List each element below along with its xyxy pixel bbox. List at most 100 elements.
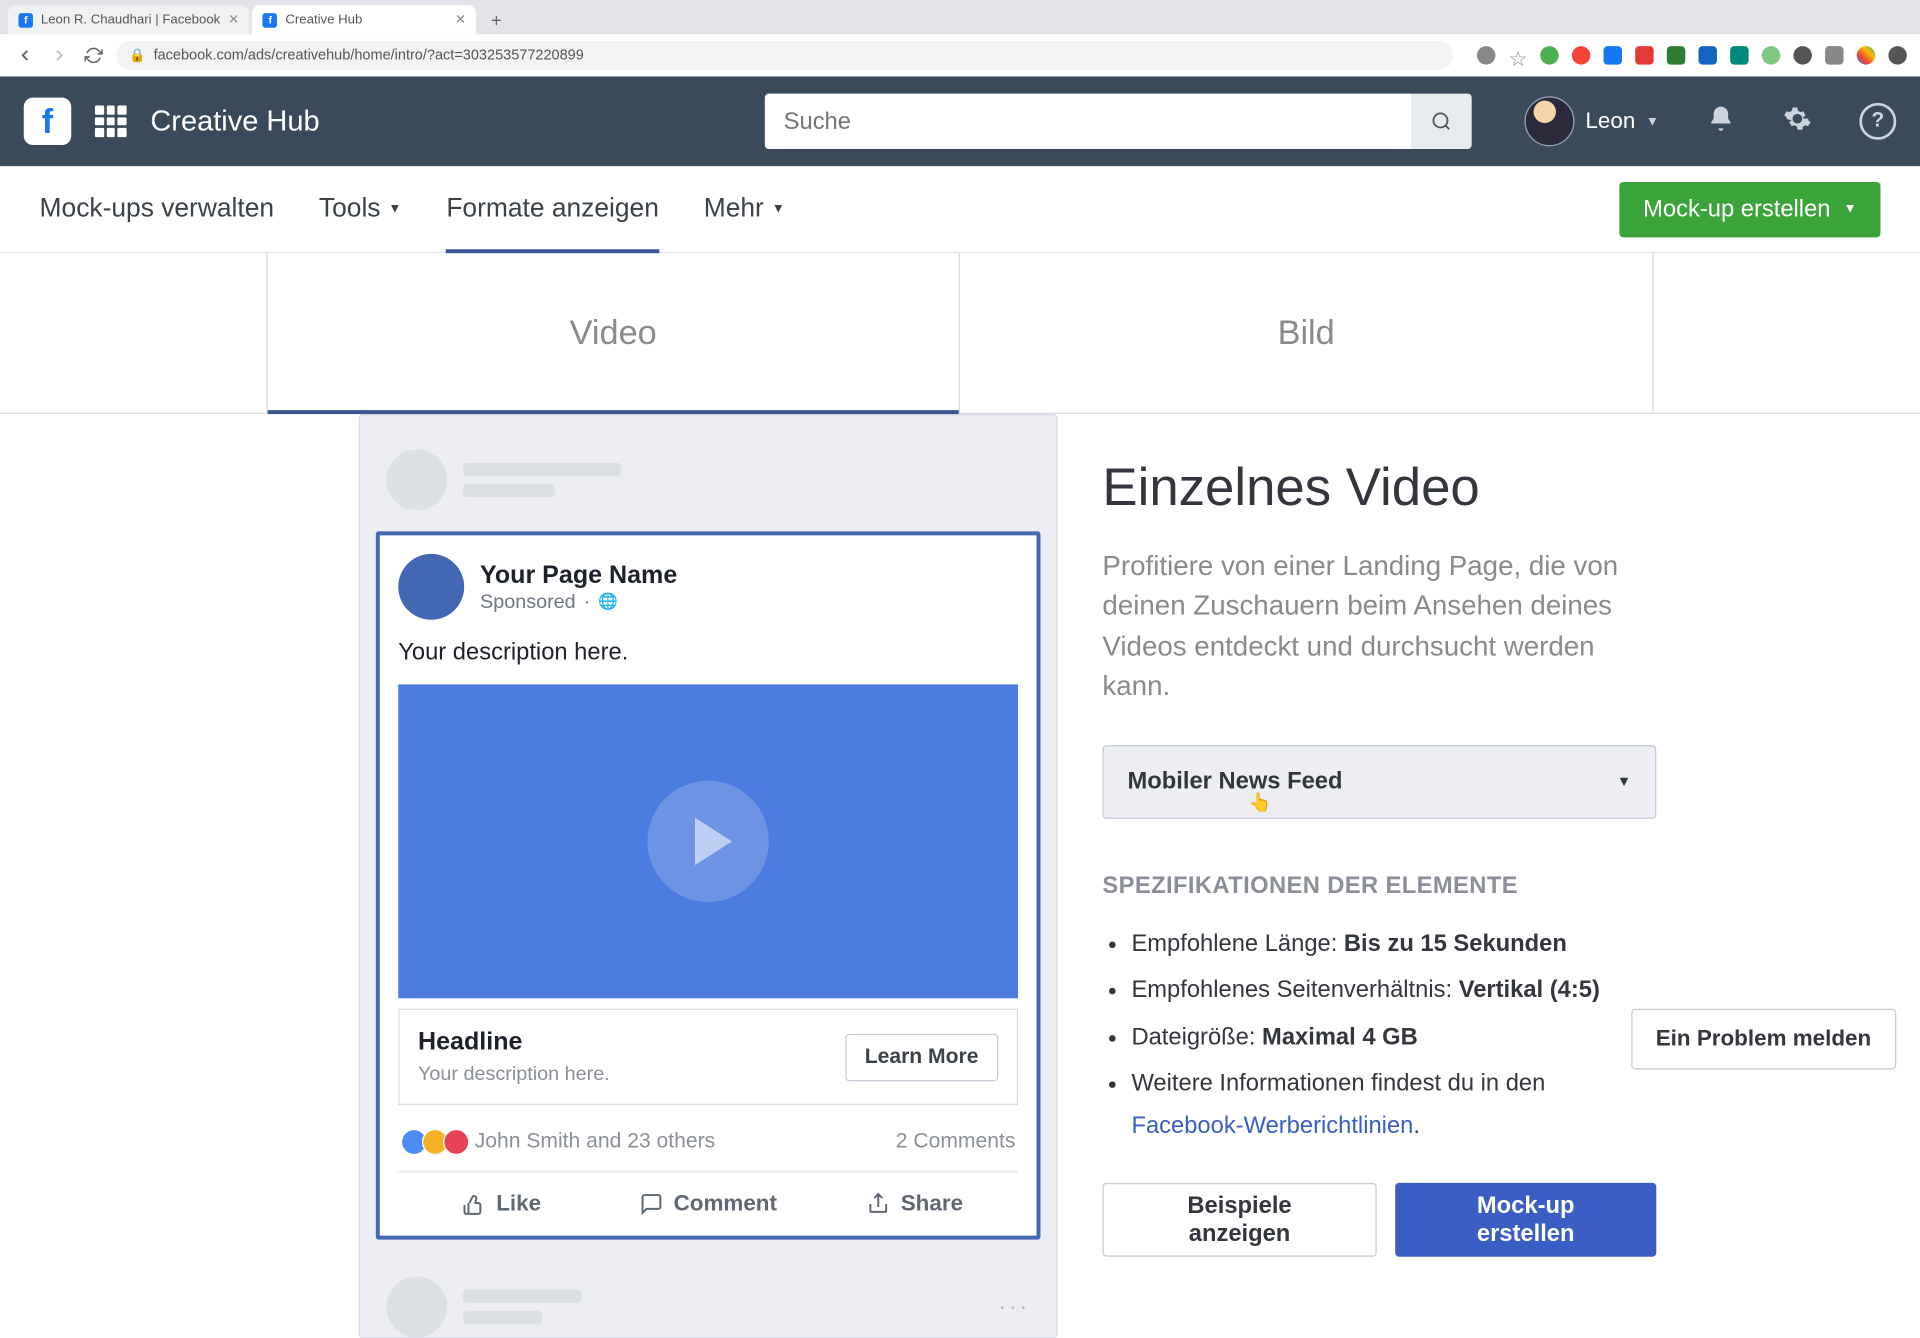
browser-chrome: f Leon R. Chaudhari | Facebook ✕ f Creat… [0,0,1920,76]
nav-tools[interactable]: Tools▼ [319,166,402,252]
spec-value: Bis zu 15 Sekunden [1344,929,1567,955]
ext-icon[interactable] [1572,46,1590,64]
nav-label: Mock-ups verwalten [40,194,275,224]
create-mockup-primary-button[interactable]: Mock-up erstellen [1395,1183,1656,1257]
video-placeholder[interactable] [398,684,1018,998]
nav-more[interactable]: Mehr▼ [704,166,785,252]
nav-label: Tools [319,194,381,224]
ext-icon[interactable] [1825,46,1843,64]
skeleton-line [463,484,555,497]
nav-formats[interactable]: Formate anzeigen [446,166,659,252]
skeleton-line [463,463,621,476]
nav-manage-mockups[interactable]: Mock-ups verwalten [40,166,275,252]
settings-icon[interactable] [1783,104,1812,140]
reactions-text: John Smith and 23 others [475,1130,715,1154]
action-label: Comment [674,1191,777,1217]
spec-heading: SPEZIFIKATIONEN DER ELEMENTE [1102,871,1656,899]
spec-item: Empfohlene Länge: Bis zu 15 Sekunden [1131,923,1656,965]
user-name: Leon [1585,108,1635,134]
placement-dropdown[interactable]: Mobiler News Feed ▼ 👆 [1102,745,1656,819]
spec-label: Empfohlene Länge: [1131,929,1343,955]
facebook-favicon: f [263,13,278,28]
play-button [647,781,768,902]
show-examples-button[interactable]: Beispiele anzeigen [1102,1183,1376,1257]
page-avatar [398,554,464,620]
reload-button[interactable] [82,44,106,68]
notifications-icon[interactable] [1706,104,1735,140]
ext-icon[interactable] [1762,46,1780,64]
ext-icon[interactable] [1793,46,1811,64]
browser-tab-2[interactable]: f Creative Hub ✕ [252,5,476,34]
ext-icon[interactable] [1635,46,1653,64]
avatar-icon[interactable] [1888,46,1906,64]
forward-button[interactable] [47,44,71,68]
spec-list: Empfohlene Länge: Bis zu 15 Sekunden Emp… [1102,923,1656,1147]
ext-icon[interactable] [1857,46,1875,64]
ext-icon[interactable] [1477,46,1495,64]
page-name: Your Page Name [480,561,677,590]
skeleton-avatar [386,450,447,511]
ad-header: Your Page Name Sponsored · 🌐 [398,554,1018,620]
thumbs-up-icon [462,1192,486,1216]
star-icon[interactable]: ☆ [1509,46,1527,64]
facebook-nav: f Creative Hub Leon ▼ ? [0,76,1920,166]
action-buttons: Beispiele anzeigen Mock-up erstellen [1102,1183,1656,1257]
close-icon[interactable]: ✕ [455,13,466,28]
help-icon[interactable]: ? [1859,103,1896,140]
format-tabs: Video Bild [0,253,1920,414]
spec-value: Vertikal (4:5) [1459,976,1600,1002]
search-icon [1431,111,1452,132]
search-input[interactable] [765,94,1411,149]
lock-icon: 🔒 [129,48,145,63]
play-icon [695,818,732,865]
action-row: Like Comment Share [398,1171,1018,1236]
preview-column: Your Page Name Sponsored · 🌐 Your descri… [0,414,1102,1338]
chevron-down-icon: ▼ [1844,202,1857,217]
spec-value: Maximal 4 GB [1262,1023,1418,1049]
skeleton-avatar [386,1277,447,1338]
mobile-preview-frame: Your Page Name Sponsored · 🌐 Your descri… [359,414,1058,1338]
tab-image[interactable]: Bild [960,253,1654,413]
dot-separator: · [584,590,591,612]
nav-label: Formate anzeigen [446,194,659,224]
facebook-logo[interactable]: f [24,98,71,145]
comment-button[interactable]: Comment [605,1172,812,1235]
extension-icons: ☆ [1477,46,1907,64]
apps-grid-icon[interactable] [95,105,127,137]
tab-label: Bild [1278,313,1335,354]
tab-video[interactable]: Video [266,253,960,413]
love-reaction-icon [443,1129,469,1155]
ext-icon[interactable] [1604,46,1622,64]
avatar [1525,96,1575,146]
like-button[interactable]: Like [398,1172,605,1235]
ext-icon[interactable] [1667,46,1685,64]
main-content: Your Page Name Sponsored · 🌐 Your descri… [0,414,1920,1338]
ext-icon[interactable] [1540,46,1558,64]
back-button[interactable] [13,44,37,68]
cta-button[interactable]: Learn More [845,1033,998,1080]
ext-icon[interactable] [1730,46,1748,64]
search-button[interactable] [1411,94,1472,149]
guidelines-link[interactable]: Facebook-Werberichtlinien [1131,1111,1413,1137]
new-tab-button[interactable]: + [484,8,508,32]
tab-title: Leon R. Chaudhari | Facebook [41,13,220,28]
tab-strip: f Leon R. Chaudhari | Facebook ✕ f Creat… [0,0,1920,34]
create-mockup-button[interactable]: Mock-up erstellen ▼ [1619,181,1880,236]
report-problem-button[interactable]: Ein Problem melden [1631,1009,1897,1070]
cta-block: Headline Your description here. Learn Mo… [398,1009,1018,1105]
action-label: Share [901,1191,963,1217]
ext-icon[interactable] [1698,46,1716,64]
close-icon[interactable]: ✕ [228,13,239,28]
spec-item: Dateigröße: Maximal 4 GB [1131,1016,1656,1058]
browser-tab-1[interactable]: f Leon R. Chaudhari | Facebook ✕ [8,5,250,34]
share-button[interactable]: Share [811,1172,1018,1235]
skeleton-line [463,1311,542,1324]
page-description: Profitiere von einer Landing Page, die v… [1102,547,1656,708]
chevron-down-icon: ▼ [772,202,785,217]
facebook-favicon: f [18,13,33,28]
button-label: Mock-up erstellen [1643,195,1830,223]
share-icon [866,1192,890,1216]
user-menu[interactable]: Leon ▼ [1525,96,1659,146]
spec-label: Empfohlenes Seitenverhältnis: [1131,976,1458,1002]
url-field[interactable]: 🔒 facebook.com/ads/creativehub/home/intr… [116,41,1453,70]
